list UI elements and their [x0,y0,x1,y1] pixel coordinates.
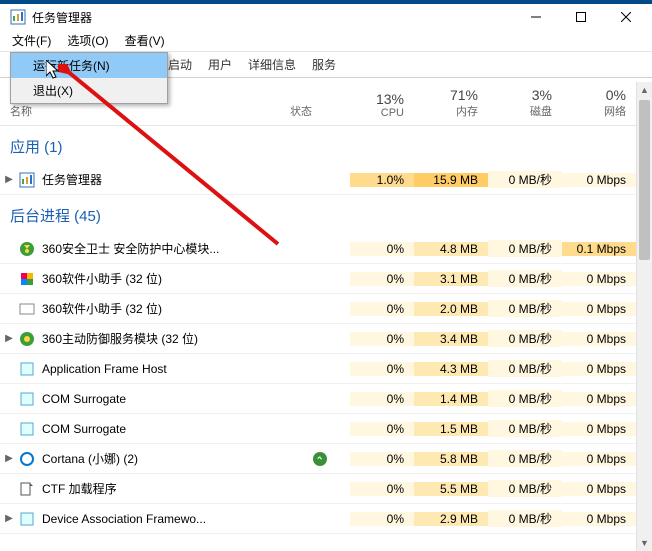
process-icon [18,391,36,407]
process-name: 360主动防御服务模块 (32 位) [42,330,290,347]
app-icon [10,9,26,25]
menu-view[interactable]: 查看(V) [117,30,173,51]
process-name: 任务管理器 [42,171,290,188]
process-icon [18,481,36,497]
process-name: 360软件小助手 (32 位) [42,300,290,317]
tab-users[interactable]: 用户 [200,52,240,77]
menu-run-new-task[interactable]: 运行新任务(N) [11,53,167,78]
expand-icon[interactable]: ▶ [0,174,18,185]
titlebar: 任务管理器 [0,0,652,30]
process-icon [18,361,36,377]
process-icon [18,271,36,287]
process-name: Device Association Framewo... [42,512,290,526]
mem-cell: 15.9 MB [414,173,488,187]
group-background[interactable]: 后台进程 (45) [0,195,652,234]
scroll-down-icon[interactable]: ▼ [637,535,652,551]
table-row[interactable]: ▶ Cortana (小娜) (2) 0% 5.8 MB 0 MB/秒 0 Mb… [0,444,652,474]
file-dropdown: 运行新任务(N) 退出(X) [10,52,168,104]
process-list: 应用 (1) ▶ 任务管理器 1.0% 15.9 MB 0 MB/秒 0 Mbp… [0,126,652,534]
table-row[interactable]: COM Surrogate 0% 1.5 MB 0 MB/秒 0 Mbps [0,414,652,444]
cpu-cell: 1.0% [350,173,414,187]
status-cell [290,452,350,466]
table-row[interactable]: ▶ 任务管理器 1.0% 15.9 MB 0 MB/秒 0 Mbps [0,165,652,195]
table-row[interactable]: 360安全卫士 安全防护中心模块... 0% 4.8 MB 0 MB/秒 0.1… [0,234,652,264]
process-icon [18,511,36,527]
disk-cell: 0 MB/秒 [488,171,562,188]
window-title: 任务管理器 [32,9,513,26]
table-row[interactable]: Application Frame Host 0% 4.3 MB 0 MB/秒 … [0,354,652,384]
header-network[interactable]: 0%网络 [562,78,636,125]
menu-file[interactable]: 文件(F) [4,30,59,51]
process-icon [18,241,36,257]
process-icon [18,451,36,467]
table-row[interactable]: ▶ 360主动防御服务模块 (32 位) 0% 3.4 MB 0 MB/秒 0 … [0,324,652,354]
header-memory[interactable]: 71%内存 [414,78,488,125]
process-name: 360软件小助手 (32 位) [42,270,290,287]
process-name: COM Surrogate [42,422,290,436]
expand-icon[interactable]: ▶ [0,453,18,464]
close-button[interactable] [603,4,648,30]
header-status[interactable]: 状态 [290,103,350,119]
process-icon [18,301,36,317]
minimize-button[interactable] [513,4,558,30]
net-cell: 0 Mbps [562,173,636,187]
tab-details[interactable]: 详细信息 [240,52,304,77]
process-icon [18,421,36,437]
process-name: 360安全卫士 安全防护中心模块... [42,240,290,257]
table-row[interactable]: 360软件小助手 (32 位) 0% 2.0 MB 0 MB/秒 0 Mbps [0,294,652,324]
table-row[interactable]: COM Surrogate 0% 1.4 MB 0 MB/秒 0 Mbps [0,384,652,414]
maximize-button[interactable] [558,4,603,30]
process-icon [18,331,36,347]
expand-icon[interactable]: ▶ [0,513,18,524]
header-name[interactable]: 名称 [10,103,280,119]
menubar: 文件(F) 选项(O) 查看(V) [0,30,652,52]
header-disk[interactable]: 3%磁盘 [488,78,562,125]
tab-services[interactable]: 服务 [304,52,344,77]
process-icon [18,172,36,188]
scroll-thumb[interactable] [639,100,650,260]
group-apps[interactable]: 应用 (1) [0,126,652,165]
scrollbar[interactable]: ▲ ▼ [636,82,652,551]
menu-options[interactable]: 选项(O) [59,30,116,51]
process-name: CTF 加载程序 [42,480,290,497]
expand-icon[interactable]: ▶ [0,333,18,344]
process-name: COM Surrogate [42,392,290,406]
suspended-icon [313,452,327,466]
menu-exit[interactable]: 退出(X) [11,78,167,103]
table-row[interactable]: 360软件小助手 (32 位) 0% 3.1 MB 0 MB/秒 0 Mbps [0,264,652,294]
table-row[interactable]: CTF 加载程序 0% 5.5 MB 0 MB/秒 0 Mbps [0,474,652,504]
table-row[interactable]: ▶ Device Association Framewo... 0% 2.9 M… [0,504,652,534]
scroll-up-icon[interactable]: ▲ [637,82,652,98]
process-name: Cortana (小娜) (2) [42,450,290,467]
header-cpu[interactable]: 13%CPU [350,78,414,125]
process-name: Application Frame Host [42,362,290,376]
